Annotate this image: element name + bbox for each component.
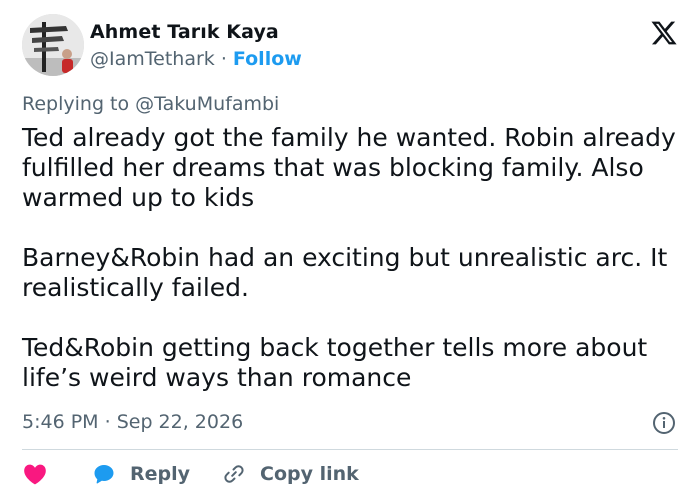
x-logo-icon[interactable] [650, 19, 678, 47]
author-handle[interactable]: @IamTethark [90, 48, 215, 70]
handle-row: @IamTethark · Follow [90, 47, 302, 71]
tweet-body: Ted already got the family he wanted. Ro… [22, 123, 682, 393]
tweet-time: 5:46 PM [22, 411, 99, 433]
avatar-image [22, 14, 84, 76]
avatar[interactable] [22, 14, 84, 76]
copy-link-label: Copy link [260, 463, 359, 485]
copy-link-button[interactable]: Copy link [222, 462, 359, 486]
handle-separator: · [220, 47, 227, 70]
tweet-card: Ahmet Tarık Kaya @IamTethark · Follow Re… [0, 0, 700, 502]
author-display-name[interactable]: Ahmet Tarık Kaya [90, 20, 302, 44]
tweet-paragraph: Ted&Robin getting back together tells mo… [22, 333, 648, 392]
action-bar: Reply Copy link [22, 460, 359, 488]
timestamp-separator: · [104, 411, 111, 433]
follow-button[interactable]: Follow [233, 48, 302, 70]
tweet-header: Ahmet Tarık Kaya @IamTethark · Follow [22, 14, 302, 76]
author-names: Ahmet Tarık Kaya @IamTethark · Follow [90, 20, 302, 71]
reply-bubble-icon [94, 465, 114, 484]
replying-to-mention[interactable]: @TakuMufambi [135, 93, 279, 115]
reply-button[interactable]: Reply [92, 462, 190, 486]
replying-to-prefix: Replying to [22, 93, 136, 115]
replying-to: Replying to @TakuMufambi [22, 92, 279, 116]
info-icon[interactable] [652, 411, 676, 435]
tweet-date: Sep 22, 2026 [116, 411, 244, 433]
tweet-timestamp[interactable]: 5:46 PM · Sep 22, 2026 [22, 410, 243, 434]
tweet-paragraph: Barney&Robin had an exciting but unreali… [22, 243, 668, 302]
heart-icon [24, 464, 46, 485]
divider [22, 449, 678, 450]
link-icon [224, 465, 244, 483]
like-button[interactable] [22, 461, 48, 487]
reply-label: Reply [130, 463, 191, 485]
tweet-paragraph: Ted already got the family he wanted. Ro… [22, 123, 676, 212]
